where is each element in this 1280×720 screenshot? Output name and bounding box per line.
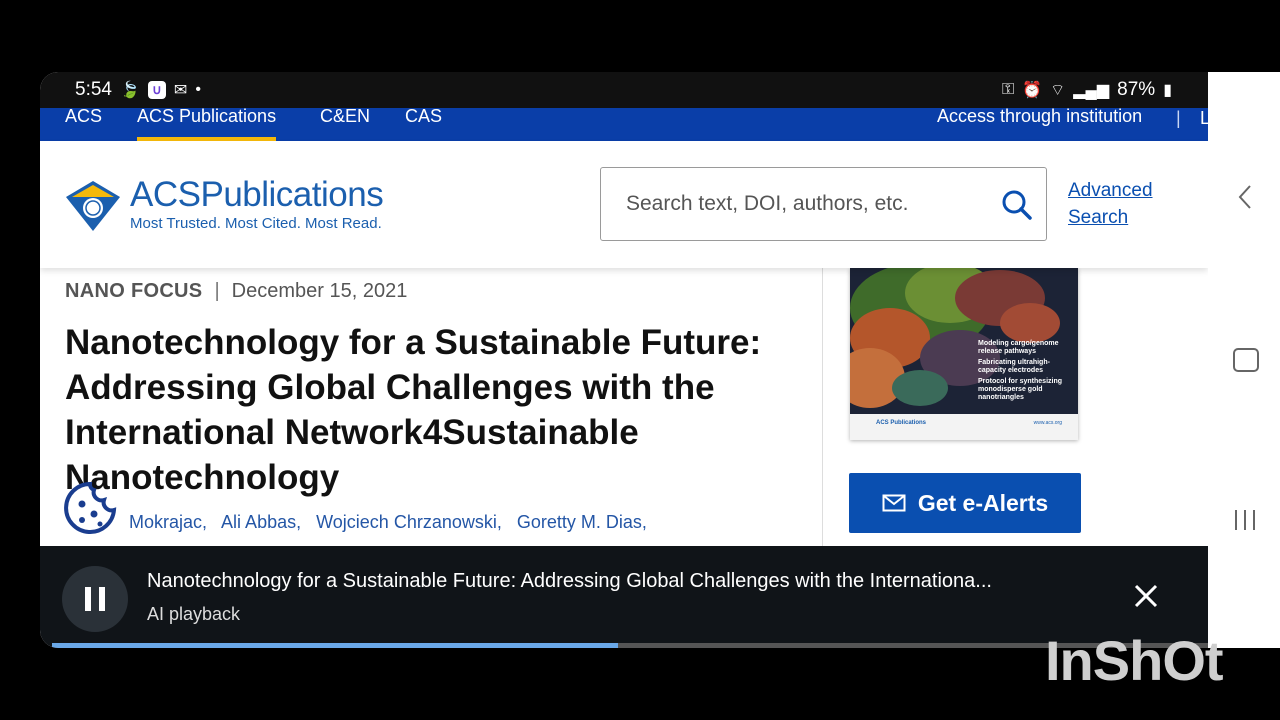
phone-screen: 5:54 🍃 ∪ ✉ • ⚿ ⏰ ⌔ ▂▄▆ 87% ▮ ACS ACS Pub… [40, 72, 1208, 648]
home-icon[interactable] [1233, 348, 1259, 372]
envelope-icon [882, 494, 906, 512]
ai-playback-bar: Nanotechnology for a Sustainable Future:… [40, 546, 1208, 648]
pause-button[interactable] [62, 566, 128, 632]
playback-progress-fill [52, 643, 619, 648]
battery-icon: ▮ [1163, 82, 1172, 99]
acs-publications-logo[interactable]: ACSPublications Most Trusted. Most Cited… [64, 175, 404, 235]
inshot-watermark: InShOt [1045, 629, 1224, 692]
topnav-cen[interactable]: C&EN [320, 107, 370, 141]
article-content: NANO FOCUS | December 15, 2021 Nanotechnol… [40, 268, 1208, 546]
leaf-icon: 🍃 [119, 82, 140, 99]
notification-dot-icon: • [195, 81, 201, 98]
advanced-search-link[interactable]: Advanced Search [1068, 177, 1168, 231]
alarm-icon: ⏰ [1022, 82, 1043, 99]
android-nav-bar [1208, 72, 1280, 648]
access-through-institution-link[interactable]: Access through institution [937, 107, 1142, 141]
meta-separator: | [214, 280, 220, 302]
site-header: ACSPublications Most Trusted. Most Cited… [40, 141, 1208, 268]
article-title: Nanotechnology for a Sustainable Future:… [65, 323, 762, 497]
article-date: December 15, 2021 [231, 280, 408, 302]
topnav-acs[interactable]: ACS [65, 107, 102, 141]
pause-icon [85, 587, 105, 611]
acs-hexagon-logo-icon [66, 181, 120, 231]
acs-top-nav: ACS ACS Publications C&EN CAS Access thr… [40, 107, 1208, 141]
ealerts-label: Get e-Alerts [917, 489, 1049, 516]
author-list: Mokrajac, Ali Abbas, Wojciech Chrzanowsk… [65, 512, 657, 533]
author-link[interactable]: Goretty M. Dias, [517, 512, 647, 532]
article-meta: NANO FOCUS | December 15, 2021 [65, 280, 407, 303]
recent-apps-icon[interactable] [1233, 508, 1257, 532]
cookie-settings-icon[interactable] [60, 478, 120, 538]
status-bar: 5:54 🍃 ∪ ✉ • ⚿ ⏰ ⌔ ▂▄▆ 87% ▮ [40, 72, 1208, 108]
key-icon: ⚿ [1002, 81, 1015, 98]
signal-icon: ▂▄▆ [1073, 82, 1110, 99]
app-badge-icon: ∪ [147, 81, 166, 99]
column-divider [822, 268, 823, 546]
cover-footer: ACS Publications www.acs.org [850, 414, 1078, 440]
topnav-acs-publications[interactable]: ACS Publications [137, 107, 277, 141]
logo-title: ACSPublications [130, 175, 384, 214]
close-icon[interactable] [1132, 582, 1160, 610]
cover-logo: ACS Publications [876, 420, 927, 426]
wifi-icon: ⌔ [1050, 82, 1066, 99]
logo-tagline: Most Trusted. Most Cited. Most Read. [130, 215, 382, 232]
topnav-cas[interactable]: CAS [405, 107, 442, 141]
cover-url: www.acs.org [1033, 420, 1062, 426]
topnav-separator: | [1176, 108, 1181, 128]
status-time: 5:54 [75, 79, 112, 100]
battery-level: 87% [1117, 79, 1156, 100]
search-box [600, 167, 1047, 241]
author-link[interactable]: Wojciech Chrzanowski, [316, 512, 502, 532]
article-kind: NANO FOCUS [65, 280, 203, 302]
cover-headlines: Modeling cargo/genome release pathways F… [978, 340, 1063, 401]
playback-subtitle: AI playback [147, 604, 241, 624]
author-link[interactable]: Ali Abbas, [221, 512, 301, 532]
search-icon[interactable] [1000, 188, 1034, 222]
playback-title: Nanotechnology for a Sustainable Future:… [147, 570, 992, 592]
playback-progress[interactable] [52, 643, 1208, 648]
topnav-cut-item[interactable]: L [1200, 108, 1208, 129]
message-icon: ✉ [173, 82, 188, 99]
journal-cover-image[interactable]: Modeling cargo/genome release pathways F… [850, 268, 1078, 440]
back-chevron-icon[interactable] [1238, 184, 1252, 210]
search-input[interactable] [601, 168, 991, 240]
author-link[interactable]: Mokrajac, [129, 512, 207, 532]
get-ealerts-button[interactable]: Get e-Alerts [849, 473, 1081, 533]
